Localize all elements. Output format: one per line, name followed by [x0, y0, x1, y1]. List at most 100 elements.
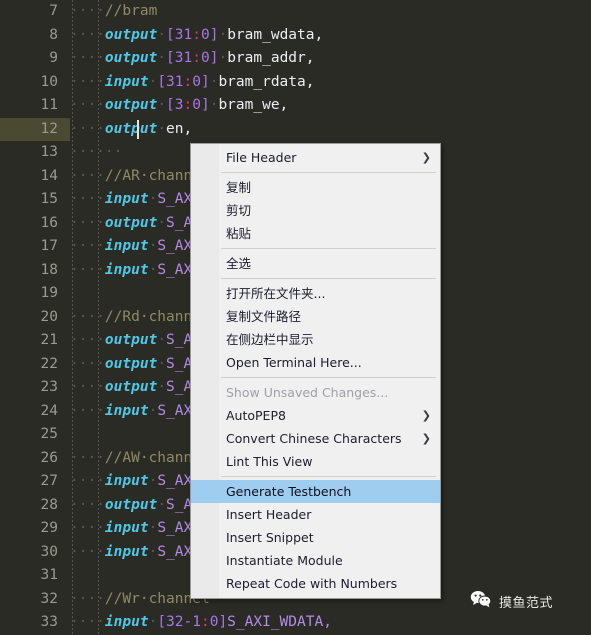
code-line[interactable]: 8 ····output·[31:0]·bram_wdata,	[0, 24, 591, 48]
code-text[interactable]: ····output·[3:0]·bram_we,	[70, 94, 288, 118]
menu-item[interactable]: 复制	[191, 176, 440, 199]
code-text[interactable]: ····input·[32-1:0]S_AXI_WDATA,	[70, 611, 332, 635]
token-kw: output	[104, 355, 158, 372]
token-ws: ·	[157, 120, 167, 137]
token-ws: ····	[70, 26, 105, 43]
token-kw: output	[104, 120, 158, 137]
token-ws: ·	[157, 26, 167, 43]
menu-item-label: Lint This View	[226, 454, 313, 469]
menu-item[interactable]: Lint This View	[191, 450, 440, 473]
menu-item[interactable]: File Header ❯	[191, 146, 440, 169]
menu-item[interactable]: Insert Header	[191, 503, 440, 526]
token-kw: input	[104, 73, 149, 90]
token-num: 0	[200, 26, 210, 43]
token-ws: ····	[70, 191, 105, 207]
menu-item[interactable]: Repeat Code with Numbers	[191, 572, 440, 595]
token-ws: ·	[148, 473, 158, 489]
token-colon: :	[183, 97, 193, 113]
menu-separator	[191, 169, 440, 176]
token-kw: input	[104, 543, 149, 560]
token-pun: [	[166, 97, 175, 113]
menu-separator	[191, 275, 440, 282]
token-pun: ]	[200, 97, 210, 113]
code-text[interactable]: ····//Rd·channel	[70, 306, 210, 330]
line-number: 26	[40, 449, 58, 466]
token-id: bram_we,	[218, 97, 289, 113]
token-ws: ·	[157, 97, 167, 113]
menu-item: Show Unsaved Changes...	[191, 381, 440, 404]
token-kw: input	[104, 402, 149, 419]
code-text[interactable]: ····output·[31:0]·bram_addr,	[70, 47, 315, 71]
menu-separator	[191, 473, 440, 480]
code-line[interactable]: 33 ····input·[32-1:0]S_AXI_WDATA,	[0, 611, 591, 635]
menu-item[interactable]: Open Terminal Here...	[191, 351, 440, 374]
code-line[interactable]: 10 ····input·[31:0]·bram_rdata,	[0, 71, 591, 95]
menu-item-label: 打开所在文件夹...	[226, 286, 326, 301]
menu-item[interactable]: Convert Chinese Characters ❯	[191, 427, 440, 450]
token-kw: output	[104, 26, 158, 43]
token-ws: ·	[157, 50, 167, 66]
token-pun: [	[157, 614, 167, 630]
line-number: 30	[40, 543, 58, 560]
token-num: 31	[174, 50, 193, 66]
line-number: 8	[49, 26, 58, 43]
token-ws: ·	[148, 238, 158, 254]
token-pun: [	[166, 50, 175, 66]
token-ws: ····	[70, 261, 105, 278]
menu-item-label: Instantiate Module	[226, 553, 343, 568]
token-ws: ····	[70, 308, 105, 325]
token-ws: ·	[218, 26, 228, 43]
token-num: 32-1	[166, 614, 201, 630]
menu-item-label: 复制文件路径	[226, 309, 302, 324]
token-ws: ····	[70, 614, 105, 630]
code-line[interactable]: 11 ····output·[3:0]·bram_we,	[0, 94, 591, 118]
menu-item[interactable]: Insert Snippet	[191, 526, 440, 549]
menu-item[interactable]: 复制文件路径	[191, 305, 440, 328]
code-text[interactable]: ····//AW·channel	[70, 447, 210, 471]
menu-item[interactable]: 粘贴	[191, 222, 440, 245]
context-menu[interactable]: File Header ❯ 复制剪切粘贴全选打开所在文件夹... 复制文件路径在侧边栏…	[190, 143, 441, 599]
token-colon: :	[183, 73, 193, 90]
code-text[interactable]: ····//bram	[70, 0, 157, 24]
token-ws: ····	[70, 214, 105, 231]
menu-item[interactable]: 打开所在文件夹...	[191, 282, 440, 305]
line-number: 18	[40, 261, 58, 278]
token-ws: ····	[70, 50, 105, 66]
menu-item[interactable]: Instantiate Module	[191, 549, 440, 572]
token-num: 0	[200, 50, 210, 66]
code-text[interactable]: ····//AR·channel	[70, 165, 210, 189]
token-ws: ·	[148, 261, 158, 278]
menu-item-label: File Header	[226, 150, 297, 165]
code-text[interactable]: ····//Wr·channel	[70, 588, 210, 612]
menu-item[interactable]: Generate Testbench	[191, 480, 440, 503]
token-num: 31	[174, 26, 193, 43]
menu-item-label: 粘贴	[226, 226, 252, 241]
menu-item-label: 复制	[226, 180, 252, 195]
token-pun: [	[166, 26, 175, 43]
token-ws: ·	[157, 496, 167, 513]
menu-item[interactable]: 全选	[191, 252, 440, 275]
watermark-text: 摸鱼范式	[499, 595, 554, 611]
token-kw: input	[104, 191, 149, 207]
code-text[interactable]: ····output·[31:0]·bram_wdata,	[70, 24, 323, 48]
token-colon: :	[192, 26, 201, 43]
token-ws: ·	[148, 614, 158, 630]
menu-item[interactable]: 在侧边栏中显示	[191, 328, 440, 351]
line-number: 21	[40, 332, 58, 348]
code-text[interactable]: ····output·en,	[70, 118, 192, 142]
menu-item[interactable]: AutoPEP8 ❯	[191, 404, 440, 427]
code-line[interactable]: 12 ····output·en,	[0, 117, 591, 142]
code-line[interactable]: 9 ····output·[31:0]·bram_addr,	[0, 47, 591, 71]
watermark: 摸鱼范式	[470, 590, 553, 612]
menu-item[interactable]: 剪切	[191, 199, 440, 222]
token-ws: ····	[70, 520, 105, 536]
code-text[interactable]: ······	[70, 141, 122, 165]
code-line[interactable]: 7 ····//bram	[0, 0, 591, 24]
line-number: 19	[40, 285, 58, 301]
line-number: 27	[40, 473, 58, 489]
line-number: 7	[49, 3, 58, 19]
token-ws: ····	[70, 473, 105, 489]
code-text[interactable]: ····input·[31:0]·bram_rdata,	[70, 71, 314, 95]
token-ws: ·	[148, 543, 158, 560]
line-number: 31	[40, 567, 58, 583]
